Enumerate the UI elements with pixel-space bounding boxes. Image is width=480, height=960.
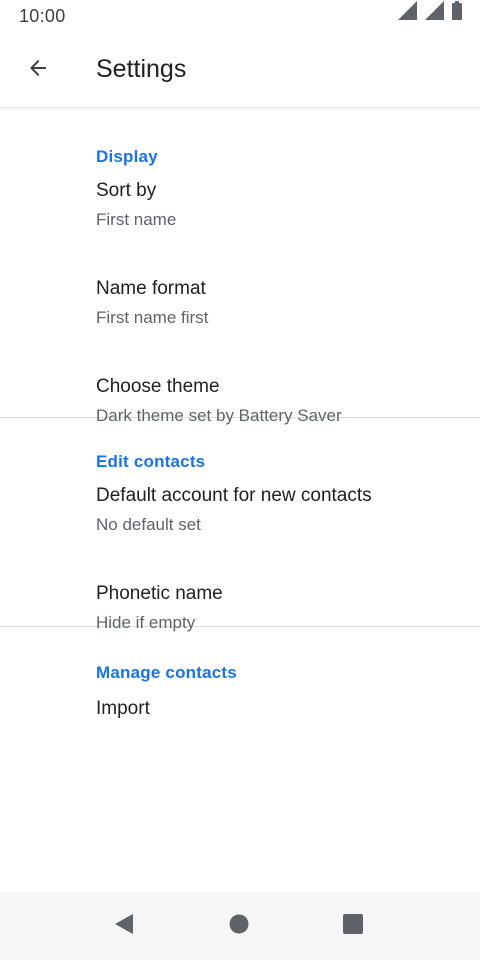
signal-icon: [398, 1, 417, 25]
pref-title: Sort by: [96, 180, 157, 201]
navigation-bar: [0, 892, 480, 960]
status-bar: 10:00: [0, 0, 480, 32]
settings-list[interactable]: Display Sort by First name Name format F…: [0, 111, 480, 892]
category-manage-contacts: Manage contacts: [0, 627, 480, 682]
recents-square-icon: [343, 913, 363, 939]
page-title: Settings: [96, 55, 187, 83]
nav-home-button[interactable]: [219, 906, 259, 946]
status-icons: [398, 1, 462, 25]
pref-title: Name format: [96, 278, 206, 299]
signal-icon: [425, 1, 444, 25]
pref-title: Import: [96, 698, 150, 719]
pref-title: Phonetic name: [96, 583, 223, 604]
pref-sort-by[interactable]: Sort by First name: [0, 157, 480, 255]
app-bar: Settings: [0, 32, 480, 107]
pref-summary: First name: [96, 210, 177, 229]
back-triangle-icon: [113, 913, 135, 940]
pref-name-format[interactable]: Name format First name first: [0, 255, 480, 353]
arrow-back-icon: [26, 56, 50, 85]
back-button[interactable]: [14, 46, 62, 94]
category-edit-contacts: Edit contacts: [0, 416, 480, 471]
pref-title: Choose theme: [96, 376, 220, 397]
home-circle-icon: [229, 914, 249, 939]
pref-summary: First name first: [96, 308, 209, 327]
pref-title: Default account for new contacts: [96, 485, 372, 506]
pref-import[interactable]: Import: [0, 673, 480, 771]
battery-icon: [452, 1, 462, 25]
status-time: 10:00: [19, 6, 66, 26]
nav-recents-button[interactable]: [333, 906, 373, 946]
category-display: Display: [0, 111, 480, 166]
pref-summary: No default set: [96, 515, 201, 534]
nav-back-button[interactable]: [104, 906, 144, 946]
pref-default-account[interactable]: Default account for new contacts No defa…: [0, 462, 480, 560]
